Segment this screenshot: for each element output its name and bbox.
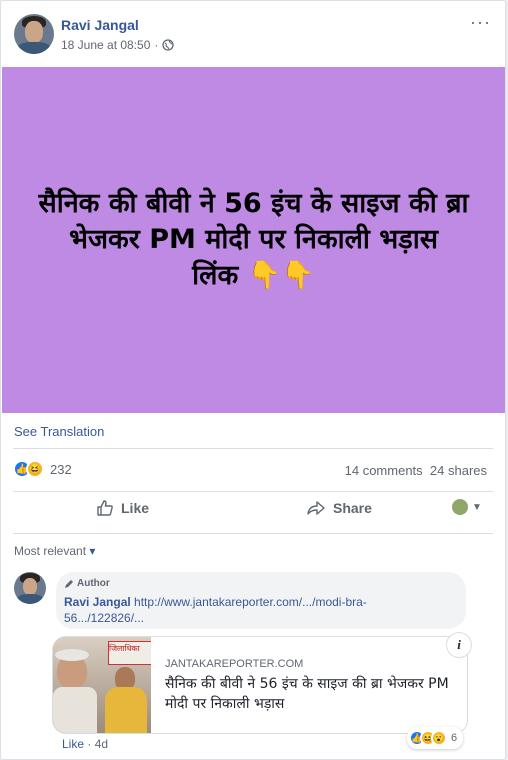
link-preview-card[interactable]: जिलाधिका JANTAKAREPORTER.COM सैनिक की बी… [52, 636, 468, 734]
haha-reaction-icon: 😆 [26, 460, 44, 478]
chevron-down-icon: ▼ [472, 501, 482, 513]
comment-dot: · [87, 737, 92, 751]
thumbnail-sign-text: जिलाधिका [109, 644, 140, 653]
meta-separator: · [154, 38, 159, 52]
shares-count[interactable]: 24 shares [430, 463, 487, 478]
share-arrow-icon [307, 501, 325, 515]
wow-reaction-icon: 😮 [431, 730, 447, 746]
divider [13, 491, 493, 492]
post-banner[interactable]: सैनिक की बीवी ने 56 इंच के साइज की ब्रा … [2, 67, 505, 413]
comment-reactions[interactable]: 👍 😆 😮 6 [407, 727, 464, 749]
author-avatar[interactable] [14, 14, 54, 54]
preview-domain: JANTAKAREPORTER.COM [165, 658, 304, 670]
banner-line-link: लिंक [192, 260, 239, 291]
comments-count[interactable]: 14 comments [345, 463, 423, 478]
more-options-button[interactable]: ··· [470, 13, 491, 31]
post-meta: 18 June at 08:50 · [61, 38, 175, 52]
like-button[interactable]: Like [96, 499, 149, 517]
share-button[interactable]: Share [306, 499, 372, 517]
thumbs-up-icon [97, 500, 113, 516]
post-card: Ravi Jangal 18 June at 08:50 · ··· सैनिक… [0, 0, 506, 760]
divider [13, 533, 493, 534]
divider [13, 448, 493, 449]
comment-bubble: Author Ravi Jangal http://www.jantakarep… [56, 572, 466, 629]
sort-label: Most relevant [14, 544, 87, 558]
comment-sort-dropdown[interactable]: Most relevant ▾ [14, 544, 95, 558]
post-timestamp[interactable]: 18 June at 08:50 [61, 38, 150, 52]
author-badge-label: Author [77, 578, 110, 589]
reaction-count: 232 [50, 461, 72, 477]
comment-like-button[interactable]: Like [62, 737, 84, 751]
comment-reaction-count: 6 [451, 732, 458, 744]
info-icon[interactable]: i [446, 632, 472, 658]
mini-avatar [452, 499, 468, 515]
globe-icon[interactable] [162, 39, 175, 51]
preview-thumbnail: जिलाधिका [53, 637, 151, 733]
commenter-name[interactable]: Ravi Jangal [64, 595, 131, 609]
banner-line-main: सैनिक की बीवी ने 56 इंच के साइज की ब्रा … [38, 188, 469, 255]
pencil-icon [65, 579, 73, 588]
commenter-avatar[interactable] [14, 572, 46, 604]
banner-text: सैनिक की बीवी ने 56 इंच के साइज की ब्रा … [34, 186, 474, 294]
see-translation-link[interactable]: See Translation [14, 424, 104, 439]
author-badge: Author [64, 578, 110, 589]
author-name[interactable]: Ravi Jangal [61, 17, 139, 33]
like-label: Like [121, 500, 150, 516]
engagement-counts: 14 comments 24 shares [345, 463, 487, 478]
pointing-down-emoji: 👇👇 [247, 260, 315, 291]
action-bar: Like Share ▼ [1, 499, 505, 529]
comment-text: Ravi Jangal http://www.jantakareporter.c… [64, 594, 444, 626]
audience-selector[interactable]: ▼ [452, 499, 482, 515]
reaction-summary[interactable]: 👍 😆 232 [13, 460, 72, 478]
comment-age[interactable]: 4d [95, 737, 108, 751]
preview-title[interactable]: सैनिक की बीवी ने 56 इंच के साइज की ब्रा … [165, 674, 455, 714]
sort-caret-icon: ▾ [89, 544, 96, 558]
share-label: Share [333, 500, 372, 516]
comment-actions: Like · 4d [62, 737, 108, 751]
